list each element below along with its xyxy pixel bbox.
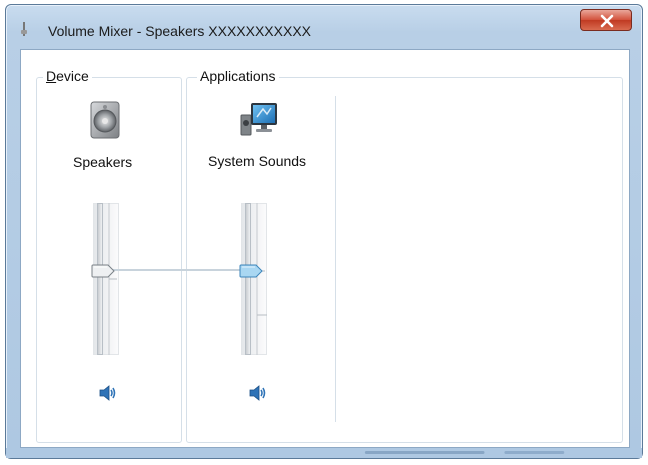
speaker-volume-icon[interactable] [248,384,268,402]
applications-group-label: Applications [197,68,279,84]
speaker-icon [21,22,27,36]
speaker-volume-icon[interactable] [98,384,118,402]
volume-mixer-window: Volume Mixer - Speakers XXXXXXXXXXX Devi… [5,4,643,459]
device-group-label: Device [43,68,92,84]
window-title: Volume Mixer - Speakers XXXXXXXXXXX [48,23,311,39]
app-slider-ticks [256,203,267,355]
app-volume-slider-thumb[interactable] [239,264,263,278]
device-name: Speakers [73,154,133,170]
column-divider [335,96,336,422]
device-slider-ticks [108,203,117,355]
volume-level-connector [107,269,251,271]
close-button[interactable] [580,9,632,31]
device-group-label-rest: evice [56,68,89,84]
system-sounds-icon[interactable] [237,99,281,141]
device-volume-slider-track[interactable] [97,203,103,355]
mixer-content: Device Applications Speakers System Soun… [20,49,630,448]
window-bottom-frame [6,448,642,458]
app-volume-slider-track[interactable] [245,203,251,355]
device-volume-slider-thumb[interactable] [91,264,115,278]
title-bar[interactable]: Volume Mixer - Speakers XXXXXXXXXXX [6,5,642,49]
app-name: System Sounds [208,153,307,169]
speaker-device-icon[interactable] [85,100,125,140]
close-icon [600,14,614,28]
